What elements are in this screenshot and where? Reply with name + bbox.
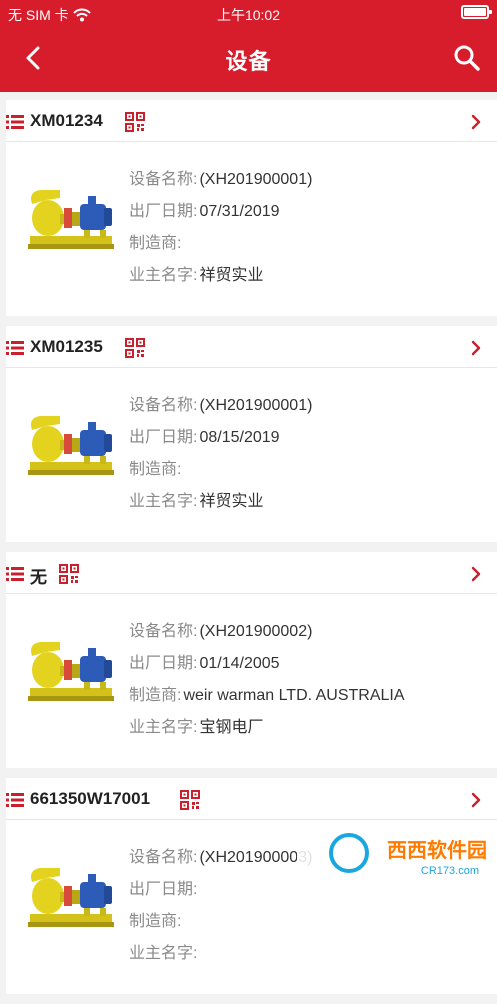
app-header: 无 SIM 卡 上午10:02 设备 (0, 0, 497, 92)
list-icon (6, 567, 24, 581)
device-maker-row: 制造商: (129, 454, 312, 486)
chevron-right-icon[interactable] (469, 114, 483, 130)
device-name-value: (XH201900001) (199, 397, 312, 414)
device-card[interactable]: 无设备名称:(XH201900002)出厂日期:01/14/2005制造商:we… (6, 552, 497, 768)
device-card-body: 设备名称:(XH201900001)出厂日期:08/15/2019制造商:业主名… (6, 368, 497, 542)
pump-image (24, 860, 120, 932)
device-info: 设备名称:(XH201900003)出厂日期:制造商:业主名字: (129, 842, 312, 970)
device-owner-label: 业主名字: (129, 719, 197, 736)
device-card-body: 设备名称:(XH201900001)出厂日期:07/31/2019制造商:业主名… (6, 142, 497, 316)
device-owner-label: 业主名字: (129, 945, 197, 962)
nav-bar: 设备 (0, 30, 497, 86)
device-name-label: 设备名称: (129, 849, 197, 866)
device-code: 661350W17001 (30, 789, 150, 809)
watermark: 西西软件园 CR173.com (297, 827, 497, 883)
device-card-header[interactable]: 661350W17001 (6, 778, 497, 820)
device-date-value: 08/15/2019 (199, 429, 279, 446)
device-name-label: 设备名称: (129, 171, 197, 188)
device-date-value: 01/14/2005 (199, 655, 279, 672)
device-maker-row: 制造商: (129, 228, 312, 260)
chevron-right-icon[interactable] (469, 792, 483, 808)
pump-image (24, 182, 120, 254)
qr-code-icon[interactable] (59, 564, 79, 584)
device-card-header[interactable]: XM01235 (6, 326, 497, 368)
watermark-sub: CR173.com (421, 865, 479, 877)
device-card[interactable]: 661350W17001设备名称:(XH201900003)出厂日期:制造商:业… (6, 778, 497, 994)
chevron-right-icon[interactable] (469, 566, 483, 582)
device-info: 设备名称:(XH201900002)出厂日期:01/14/2005制造商:wei… (129, 616, 405, 744)
chevron-right-icon[interactable] (469, 340, 483, 356)
device-date-label: 出厂日期: (129, 203, 197, 220)
device-code: XM01235 (30, 337, 103, 357)
device-date-row: 出厂日期:08/15/2019 (129, 422, 312, 454)
device-card[interactable]: XM01235设备名称:(XH201900001)出厂日期:08/15/2019… (6, 326, 497, 542)
device-card[interactable]: XM01234设备名称:(XH201900001)出厂日期:07/31/2019… (6, 100, 497, 316)
device-owner-label: 业主名字: (129, 267, 197, 284)
device-maker-label: 制造商: (129, 913, 181, 930)
device-maker-row: 制造商:weir warman LTD. AUSTRALIA (129, 680, 405, 712)
device-card-body: 设备名称:(XH201900002)出厂日期:01/14/2005制造商:wei… (6, 594, 497, 768)
watermark-text: 西西软件园 (387, 834, 487, 863)
device-date-value: 07/31/2019 (199, 203, 279, 220)
device-maker-label: 制造商: (129, 235, 181, 252)
pump-image (24, 408, 120, 480)
watermark-logo (329, 833, 369, 873)
qr-code-icon[interactable] (125, 112, 145, 132)
device-maker-label: 制造商: (129, 687, 181, 704)
device-owner-value: 祥贸实业 (199, 493, 263, 510)
clock: 上午10:02 (0, 5, 497, 25)
device-info: 设备名称:(XH201900001)出厂日期:07/31/2019制造商:业主名… (129, 164, 312, 292)
battery-icon (461, 5, 489, 19)
device-name-label: 设备名称: (129, 623, 197, 640)
device-date-label: 出厂日期: (129, 429, 197, 446)
device-maker-label: 制造商: (129, 461, 181, 478)
device-owner-row: 业主名字:宝钢电厂 (129, 712, 405, 744)
device-info: 设备名称:(XH201900001)出厂日期:08/15/2019制造商:业主名… (129, 390, 312, 518)
device-owner-row: 业主名字:祥贸实业 (129, 260, 312, 292)
device-owner-row: 业主名字: (129, 938, 312, 970)
device-name-row: 设备名称:(XH201900001) (129, 390, 312, 422)
device-code: XM01234 (30, 111, 103, 131)
device-date-row: 出厂日期:07/31/2019 (129, 196, 312, 228)
device-date-label: 出厂日期: (129, 655, 197, 672)
device-name-label: 设备名称: (129, 397, 197, 414)
device-owner-row: 业主名字:祥贸实业 (129, 486, 312, 518)
status-bar: 无 SIM 卡 上午10:02 (0, 0, 497, 26)
qr-code-icon[interactable] (125, 338, 145, 358)
device-maker-value: weir warman LTD. AUSTRALIA (183, 687, 404, 704)
qr-code-icon[interactable] (180, 790, 200, 810)
device-date-row: 出厂日期: (129, 874, 312, 906)
device-name-row: 设备名称:(XH201900001) (129, 164, 312, 196)
device-name-row: 设备名称:(XH201900002) (129, 616, 405, 648)
device-date-label: 出厂日期: (129, 881, 197, 898)
device-owner-value: 宝钢电厂 (199, 719, 263, 736)
device-name-value: (XH201900003) (199, 849, 312, 866)
pump-image (24, 634, 120, 706)
device-code: 无 (30, 563, 47, 588)
list-icon (6, 793, 24, 807)
device-name-value: (XH201900001) (199, 171, 312, 188)
device-owner-label: 业主名字: (129, 493, 197, 510)
device-name-row: 设备名称:(XH201900003) (129, 842, 312, 874)
search-icon[interactable] (453, 44, 481, 72)
device-owner-value: 祥贸实业 (199, 267, 263, 284)
page-title: 设备 (0, 44, 497, 76)
list-icon (6, 341, 24, 355)
device-maker-row: 制造商: (129, 906, 312, 938)
device-card-header[interactable]: 无 (6, 552, 497, 594)
device-card-header[interactable]: XM01234 (6, 100, 497, 142)
device-date-row: 出厂日期:01/14/2005 (129, 648, 405, 680)
device-name-value: (XH201900002) (199, 623, 312, 640)
list-icon (6, 115, 24, 129)
